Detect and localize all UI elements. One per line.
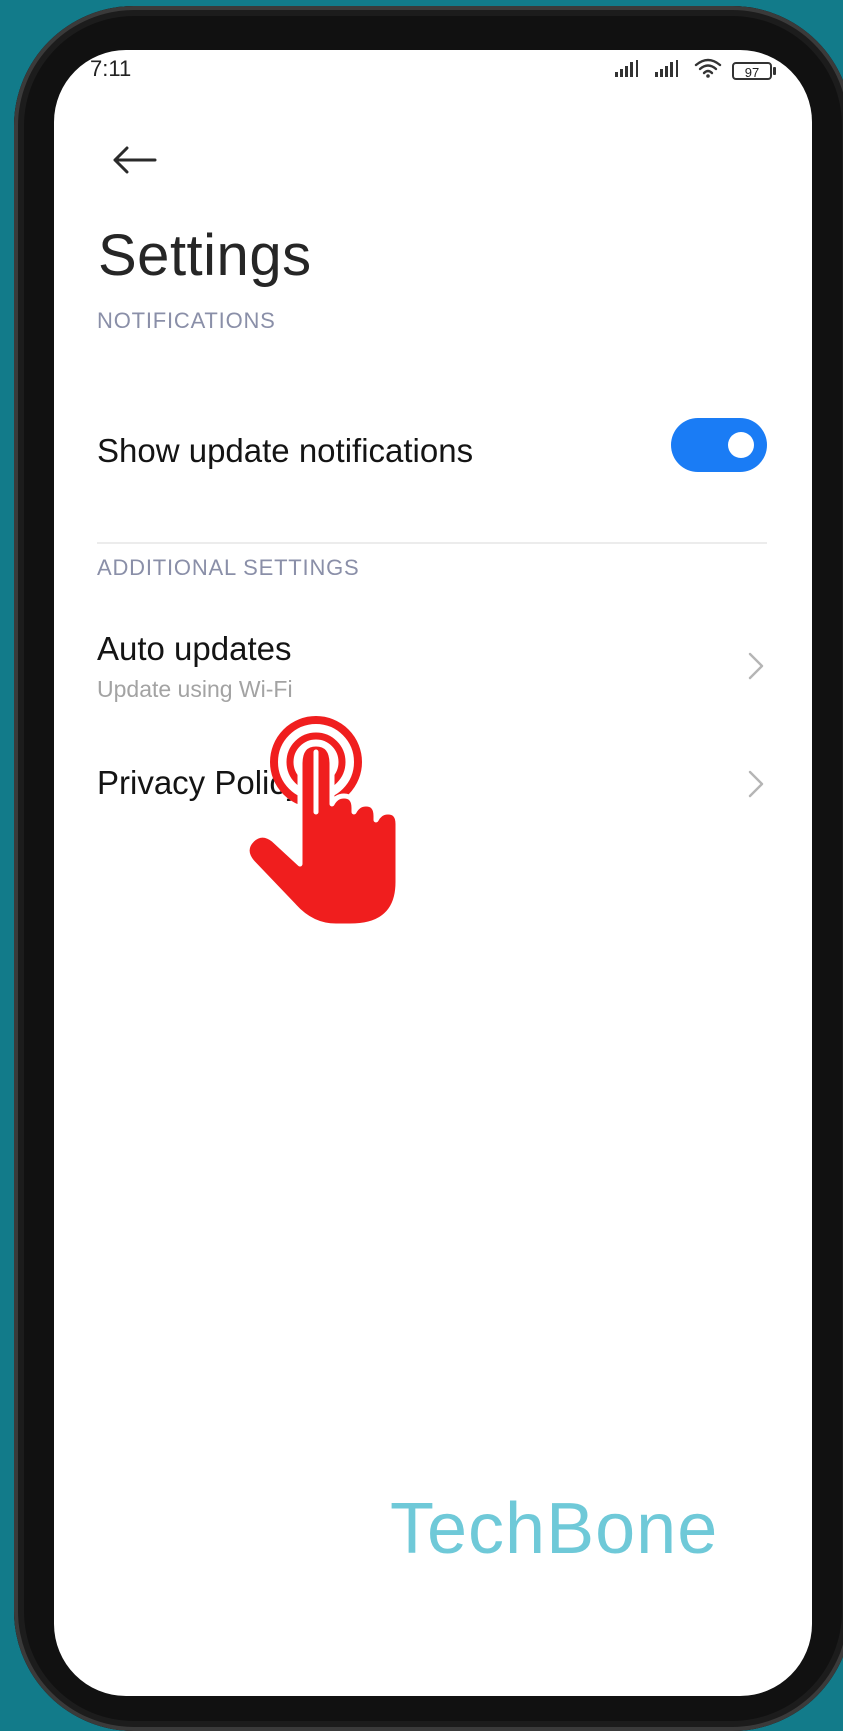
battery-level: 97	[732, 61, 772, 80]
privacy-policy-row[interactable]: Privacy Policy	[54, 750, 812, 840]
status-bar: 7:11 97	[54, 50, 812, 90]
battery-tip	[773, 66, 776, 75]
watermark-text: TechBone	[390, 1489, 719, 1569]
auto-updates-label: Auto updates	[97, 630, 292, 667]
page-title: Settings	[98, 223, 312, 288]
toggle-knob	[728, 432, 754, 458]
status-icons: 97	[614, 58, 776, 83]
phone-screen: 7:11 97 Settings NOTIFICATIONS Show upda…	[54, 50, 812, 1696]
back-button[interactable]	[104, 132, 164, 192]
signal-icon	[654, 58, 684, 83]
auto-updates-subtitle: Update using Wi-Fi	[97, 676, 293, 702]
auto-updates-row[interactable]: Auto updates Update using Wi-Fi	[54, 620, 812, 730]
chevron-right-icon	[746, 650, 766, 687]
section-divider	[97, 542, 767, 544]
battery-icon: 97	[732, 61, 776, 80]
signal-icon	[614, 58, 644, 83]
arrow-left-icon	[111, 145, 157, 180]
section-header-additional-settings: ADDITIONAL SETTINGS	[97, 555, 360, 580]
show-update-notifications-toggle[interactable]	[671, 418, 767, 472]
tap-hand-icon	[240, 712, 401, 931]
wifi-icon	[694, 58, 722, 83]
section-header-notifications: NOTIFICATIONS	[97, 308, 276, 333]
show-update-notifications-label: Show update notifications	[97, 432, 474, 469]
chevron-right-icon	[746, 768, 766, 805]
status-time: 7:11	[90, 56, 132, 81]
